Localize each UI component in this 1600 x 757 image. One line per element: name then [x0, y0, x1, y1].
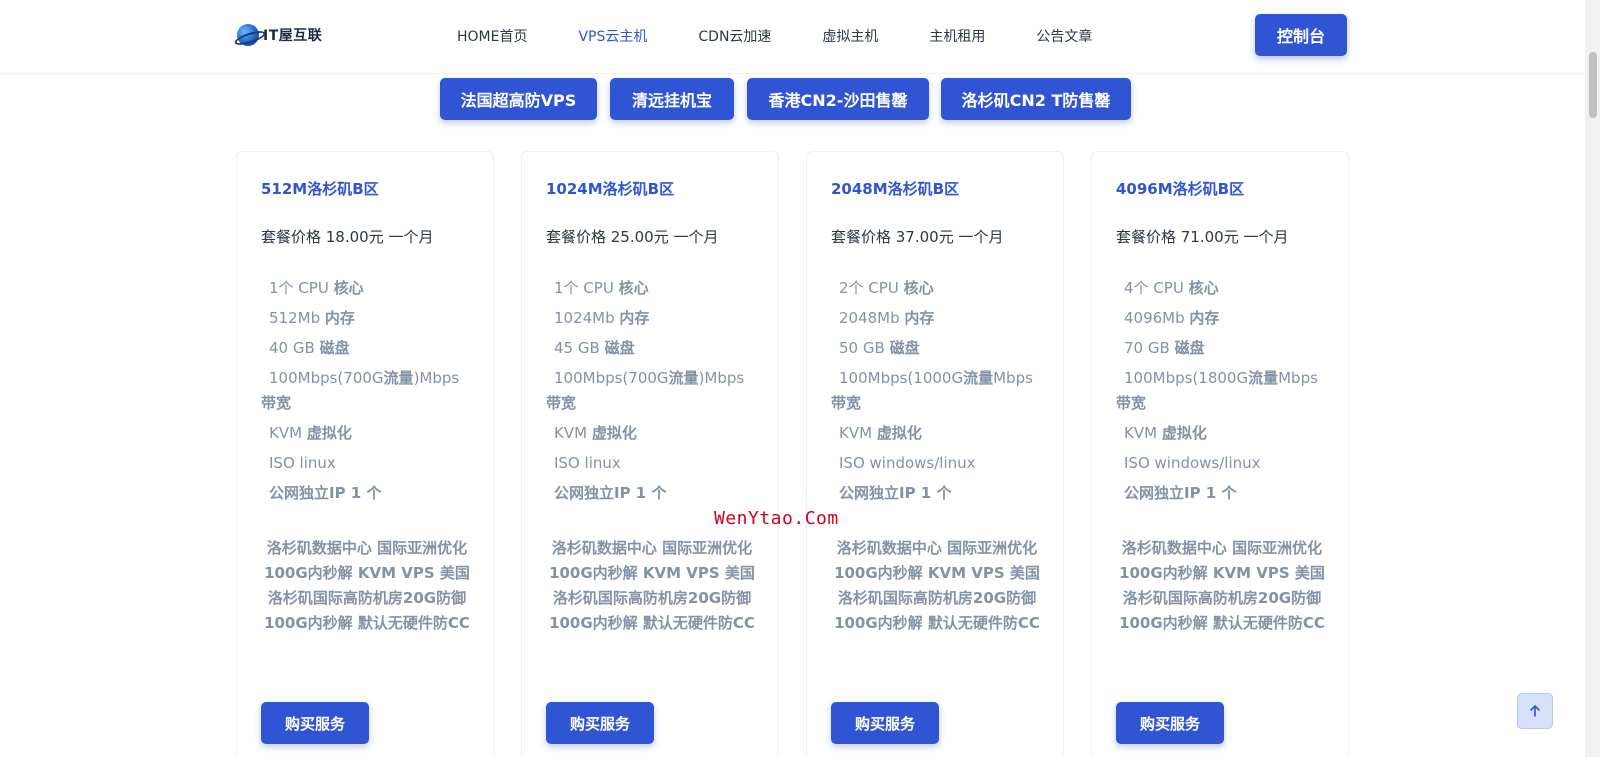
plan-title[interactable]: 2048M洛杉矶B区 — [831, 178, 959, 199]
plan-description: 洛杉矶数据中心 国际亚洲优化 100G内秒解 KVM VPS 美国洛杉矶国际高防… — [834, 539, 1040, 632]
spec-cpu: 1个 CPU 核心 — [269, 279, 364, 297]
spec-virtualization: KVM 虚拟化 — [554, 424, 637, 442]
spec-ram: 1024Mb 内存 — [554, 309, 650, 327]
spec-disk: 70 GB 磁盘 — [1124, 339, 1205, 357]
spec-disk: 45 GB 磁盘 — [554, 339, 635, 357]
spec-virtualization: KVM 虚拟化 — [269, 424, 352, 442]
nav-item-host-rental[interactable]: 主机租用 — [929, 26, 985, 46]
spec-ip: 公网独立IP 1 个 — [269, 484, 382, 502]
plan-title[interactable]: 1024M洛杉矶B区 — [546, 178, 674, 199]
plan-price: 套餐价格 18.00元 一个月 — [261, 228, 434, 246]
buy-button[interactable]: 购买服务 — [831, 702, 939, 744]
plan-price: 套餐价格 71.00元 一个月 — [1116, 228, 1289, 246]
plan-card: 1024M洛杉矶B区 套餐价格 25.00元 一个月 1个 CPU 核心 102… — [521, 151, 779, 757]
category-button-hongkong-cn2[interactable]: 香港CN2-沙田售罄 — [747, 78, 929, 120]
spec-bandwidth: 100Mbps(700G流量)Mbps 带宽 — [546, 369, 745, 412]
category-button-la-cn2[interactable]: 洛杉矶CN2 T防售罄 — [941, 78, 1131, 120]
spec-ip: 公网独立IP 1 个 — [839, 484, 952, 502]
spec-cpu: 4个 CPU 核心 — [1124, 279, 1219, 297]
spec-cpu: 1个 CPU 核心 — [554, 279, 649, 297]
scrollbar-thumb[interactable] — [1589, 52, 1597, 118]
plan-price: 套餐价格 37.00元 一个月 — [831, 228, 1004, 246]
spec-disk: 40 GB 磁盘 — [269, 339, 350, 357]
spec-ram: 4096Mb 内存 — [1124, 309, 1220, 327]
nav-item-cdn[interactable]: CDN云加速 — [698, 26, 771, 46]
category-button-qingyuan[interactable]: 清远挂机宝 — [610, 78, 734, 120]
site-logo[interactable]: IT屋互联 — [237, 24, 322, 46]
spec-ram: 2048Mb 内存 — [839, 309, 935, 327]
back-to-top-button[interactable] — [1517, 693, 1553, 729]
category-button-france-vps[interactable]: 法国超高防VPS — [440, 78, 597, 120]
buy-button[interactable]: 购买服务 — [261, 702, 369, 744]
site-header: IT屋互联 HOME首页 VPS云主机 CDN云加速 虚拟主机 主机租用 公告文… — [0, 0, 1585, 74]
buy-button[interactable]: 购买服务 — [1116, 702, 1224, 744]
spec-iso: ISO windows/linux — [839, 454, 976, 472]
plan-description: 洛杉矶数据中心 国际亚洲优化 100G内秒解 KVM VPS 美国洛杉矶国际高防… — [264, 539, 470, 632]
spec-iso: ISO windows/linux — [1124, 454, 1261, 472]
spec-ram: 512Mb 内存 — [269, 309, 355, 327]
plan-description: 洛杉矶数据中心 国际亚洲优化 100G内秒解 KVM VPS 美国洛杉矶国际高防… — [1119, 539, 1325, 632]
arrow-up-icon — [1530, 705, 1540, 717]
plan-specs: 2个 CPU 核心 2048Mb 内存 50 GB 磁盘 100Mbps(100… — [831, 276, 1043, 511]
spec-bandwidth: 100Mbps(700G流量)Mbps 带宽 — [261, 369, 460, 412]
spec-ip: 公网独立IP 1 个 — [554, 484, 667, 502]
spec-cpu: 2个 CPU 核心 — [839, 279, 934, 297]
spec-disk: 50 GB 磁盘 — [839, 339, 920, 357]
spec-bandwidth: 100Mbps(1800G流量Mbps 带宽 — [1116, 369, 1318, 412]
plan-card: 2048M洛杉矶B区 套餐价格 37.00元 一个月 2个 CPU 核心 204… — [806, 151, 1064, 757]
plan-specs: 4个 CPU 核心 4096Mb 内存 70 GB 磁盘 100Mbps(180… — [1116, 276, 1328, 511]
nav-item-announcements[interactable]: 公告文章 — [1036, 26, 1092, 46]
nav-item-home[interactable]: HOME首页 — [457, 26, 527, 46]
plan-specs: 1个 CPU 核心 1024Mb 内存 45 GB 磁盘 100Mbps(700… — [546, 276, 758, 511]
console-button[interactable]: 控制台 — [1255, 14, 1347, 56]
spec-iso: ISO linux — [269, 454, 336, 472]
nav-item-virtual-host[interactable]: 虚拟主机 — [822, 26, 878, 46]
buy-button[interactable]: 购买服务 — [546, 702, 654, 744]
spec-bandwidth: 100Mbps(1000G流量Mbps 带宽 — [831, 369, 1033, 412]
plan-description: 洛杉矶数据中心 国际亚洲优化 100G内秒解 KVM VPS 美国洛杉矶国际高防… — [549, 539, 755, 632]
spec-iso: ISO linux — [554, 454, 621, 472]
plan-card: 512M洛杉矶B区 套餐价格 18.00元 一个月 1个 CPU 核心 512M… — [236, 151, 494, 757]
plan-price: 套餐价格 25.00元 一个月 — [546, 228, 719, 246]
logo-text: IT屋互联 — [263, 28, 323, 44]
globe-icon — [237, 24, 259, 46]
plan-card: 4096M洛杉矶B区 套餐价格 71.00元 一个月 4个 CPU 核心 409… — [1091, 151, 1349, 757]
plan-title[interactable]: 512M洛杉矶B区 — [261, 178, 379, 199]
spec-ip: 公网独立IP 1 个 — [1124, 484, 1237, 502]
watermark: WenYtao.Com — [714, 508, 839, 529]
main-nav: HOME首页 VPS云主机 CDN云加速 虚拟主机 主机租用 公告文章 — [457, 26, 1143, 46]
plan-specs: 1个 CPU 核心 512Mb 内存 40 GB 磁盘 100Mbps(700G… — [261, 276, 473, 511]
spec-virtualization: KVM 虚拟化 — [839, 424, 922, 442]
spec-virtualization: KVM 虚拟化 — [1124, 424, 1207, 442]
page-scrollbar[interactable] — [1585, 0, 1600, 757]
nav-item-vps[interactable]: VPS云主机 — [578, 26, 647, 46]
plan-title[interactable]: 4096M洛杉矶B区 — [1116, 178, 1244, 199]
